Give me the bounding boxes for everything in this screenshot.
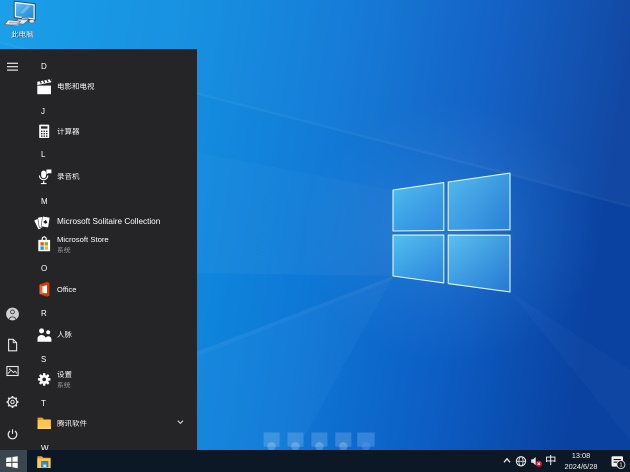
svg-text:1: 1: [619, 463, 622, 469]
